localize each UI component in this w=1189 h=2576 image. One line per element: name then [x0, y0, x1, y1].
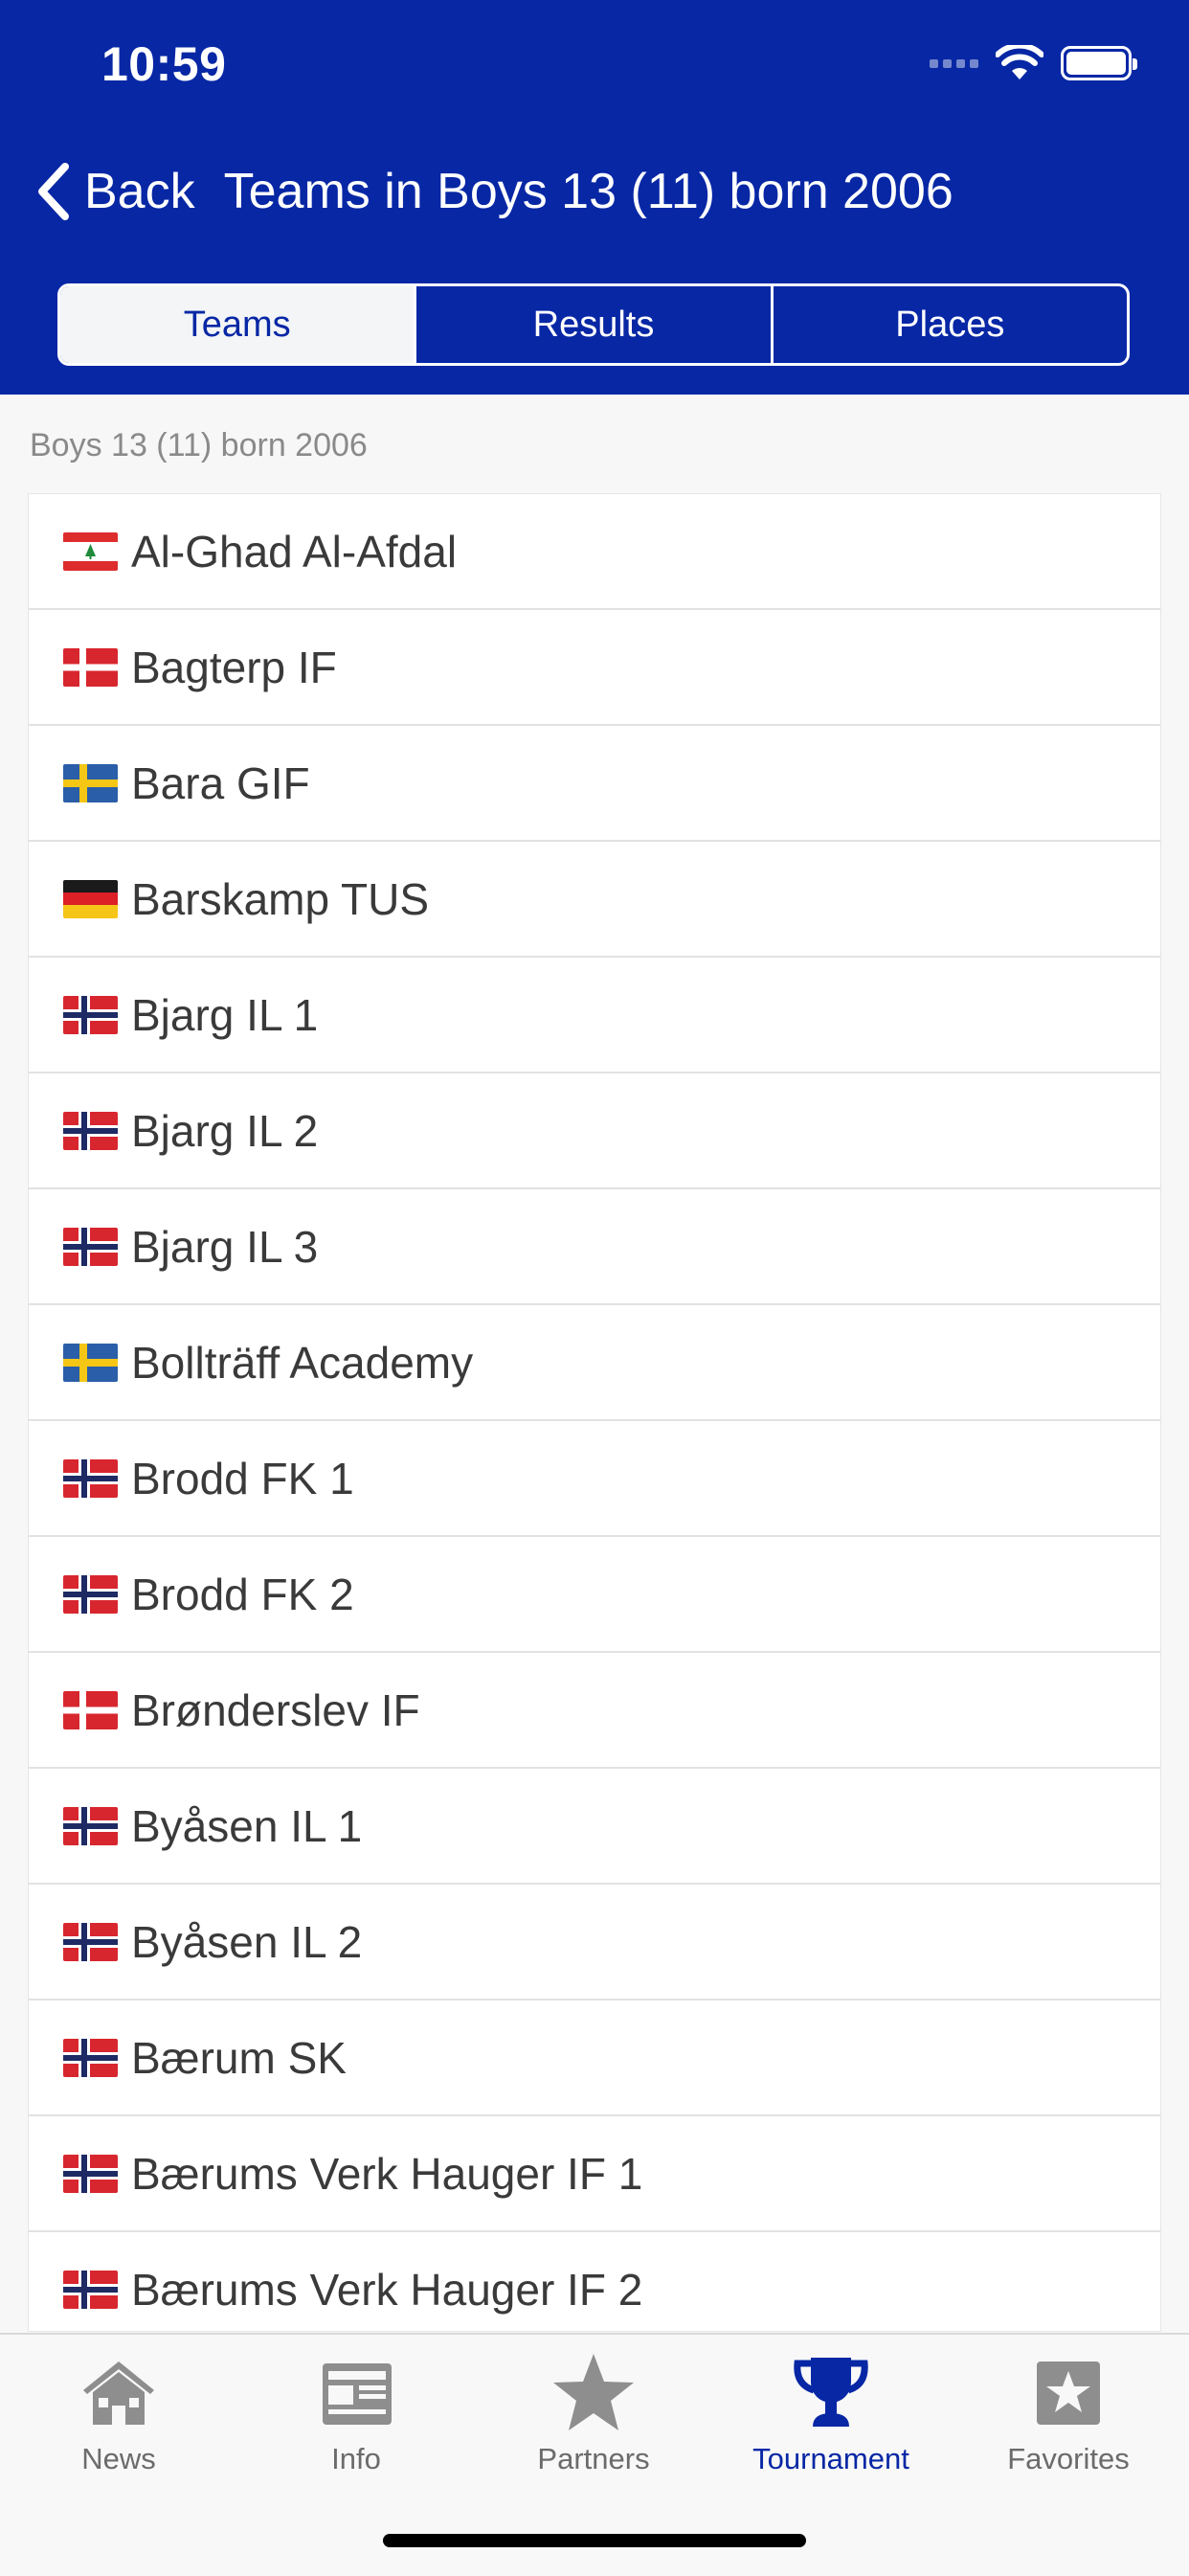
sweden-flag-icon	[63, 763, 118, 802]
team-name: Bara GIF	[131, 757, 310, 808]
back-button[interactable]: Back	[34, 161, 195, 222]
team-list: Al-Ghad Al-Afdal Bagterp IF Bara GIF Barska…	[29, 494, 1160, 2331]
cellular-signal-icon	[930, 58, 978, 68]
house-icon	[83, 2361, 154, 2425]
team-row[interactable]: Bærums Verk Hauger IF 1	[29, 2116, 1160, 2232]
team-row[interactable]: Bagterp IF	[29, 610, 1160, 726]
sweden-flag-icon	[63, 1343, 118, 1382]
wifi-icon	[996, 45, 1043, 79]
team-name: Barskamp TUS	[131, 873, 430, 924]
team-name: Byåsen IL 1	[131, 1800, 363, 1851]
team-row[interactable]: Byåsen IL 1	[29, 1769, 1160, 1885]
battery-icon	[1061, 46, 1137, 80]
team-row[interactable]: Bærums Verk Hauger IF 2	[29, 2232, 1160, 2331]
chevron-left-icon	[38, 163, 69, 220]
team-row[interactable]: Bjarg IL 2	[29, 1073, 1160, 1189]
norway-flag-icon	[63, 1458, 118, 1498]
norway-flag-icon	[63, 1574, 118, 1614]
navigation-bar: Back Teams in Boys 13 (11) born 2006	[0, 153, 1189, 230]
germany-flag-icon	[63, 879, 118, 918]
tab-label: Info	[331, 2442, 381, 2475]
section-header: Boys 13 (11) born 2006	[30, 427, 368, 463]
denmark-flag-icon	[63, 1690, 118, 1729]
team-name: Bagterp IF	[131, 642, 337, 692]
top-bar: 10:59 Back Teams in Boys 13 (11) born 20…	[0, 0, 1189, 395]
norway-flag-icon	[63, 1227, 118, 1266]
tab-label: Tournament	[752, 2442, 909, 2475]
team-row[interactable]: Barskamp TUS	[29, 842, 1160, 958]
back-label: Back	[84, 164, 195, 219]
team-row[interactable]: Byåsen IL 2	[29, 1885, 1160, 2000]
denmark-flag-icon	[63, 647, 118, 687]
team-name: Bollträff Academy	[131, 1337, 474, 1388]
segment-places[interactable]: Places	[770, 286, 1127, 363]
team-row[interactable]: Bærum SK	[29, 2000, 1160, 2116]
tab-partners[interactable]: Partners	[475, 2350, 712, 2494]
lebanon-flag-icon	[63, 531, 118, 571]
tab-news[interactable]: News	[0, 2350, 237, 2494]
tab-favorites[interactable]: Favorites	[950, 2350, 1187, 2494]
team-name: Bærum SK	[131, 2032, 347, 2083]
segment-results[interactable]: Results	[414, 286, 770, 363]
team-name: Bjarg IL 2	[131, 1105, 319, 1156]
tab-label: Partners	[537, 2442, 650, 2475]
status-time: 10:59	[101, 37, 227, 91]
team-name: Bærums Verk Hauger IF 2	[131, 2264, 643, 2315]
team-name: Byåsen IL 2	[131, 1916, 363, 1967]
team-name: Bærums Verk Hauger IF 1	[131, 2148, 643, 2199]
trophy-icon	[794, 2358, 868, 2427]
team-row[interactable]: Brodd FK 1	[29, 1421, 1160, 1537]
team-row[interactable]: Brønderslev IF	[29, 1653, 1160, 1769]
team-name: Bjarg IL 1	[131, 989, 319, 1040]
newspaper-icon	[323, 2363, 392, 2425]
star-icon	[553, 2354, 634, 2430]
team-row[interactable]: Al-Ghad Al-Afdal	[29, 494, 1160, 610]
tab-label: News	[81, 2442, 156, 2475]
norway-flag-icon	[63, 1806, 118, 1845]
team-row[interactable]: Brodd FK 2	[29, 1537, 1160, 1653]
team-name: Bjarg IL 3	[131, 1221, 319, 1272]
segment-teams[interactable]: Teams	[60, 286, 415, 363]
star-square-icon	[1037, 2361, 1100, 2425]
tab-tournament[interactable]: Tournament	[712, 2350, 950, 2494]
norway-flag-icon	[63, 1922, 118, 1961]
status-icons	[930, 44, 1137, 82]
team-name: Al-Ghad Al-Afdal	[131, 526, 458, 576]
norway-flag-icon	[63, 995, 118, 1034]
team-name: Brodd FK 1	[131, 1453, 354, 1503]
norway-flag-icon	[63, 2154, 118, 2193]
team-name: Brodd FK 2	[131, 1569, 354, 1619]
team-row[interactable]: Bara GIF	[29, 726, 1160, 842]
team-name: Brønderslev IF	[131, 1684, 420, 1735]
page-title: Teams in Boys 13 (11) born 2006	[223, 164, 953, 219]
home-indicator	[383, 2534, 806, 2547]
norway-flag-icon	[63, 2038, 118, 2077]
norway-flag-icon	[63, 1111, 118, 1150]
segmented-control: Teams Results Places	[57, 283, 1130, 366]
team-row[interactable]: Bjarg IL 1	[29, 958, 1160, 1073]
team-row[interactable]: Bollträff Academy	[29, 1305, 1160, 1421]
norway-flag-icon	[63, 2270, 118, 2309]
team-row[interactable]: Bjarg IL 3	[29, 1189, 1160, 1305]
tab-info[interactable]: Info	[237, 2350, 475, 2494]
tab-label: Favorites	[1007, 2442, 1130, 2475]
